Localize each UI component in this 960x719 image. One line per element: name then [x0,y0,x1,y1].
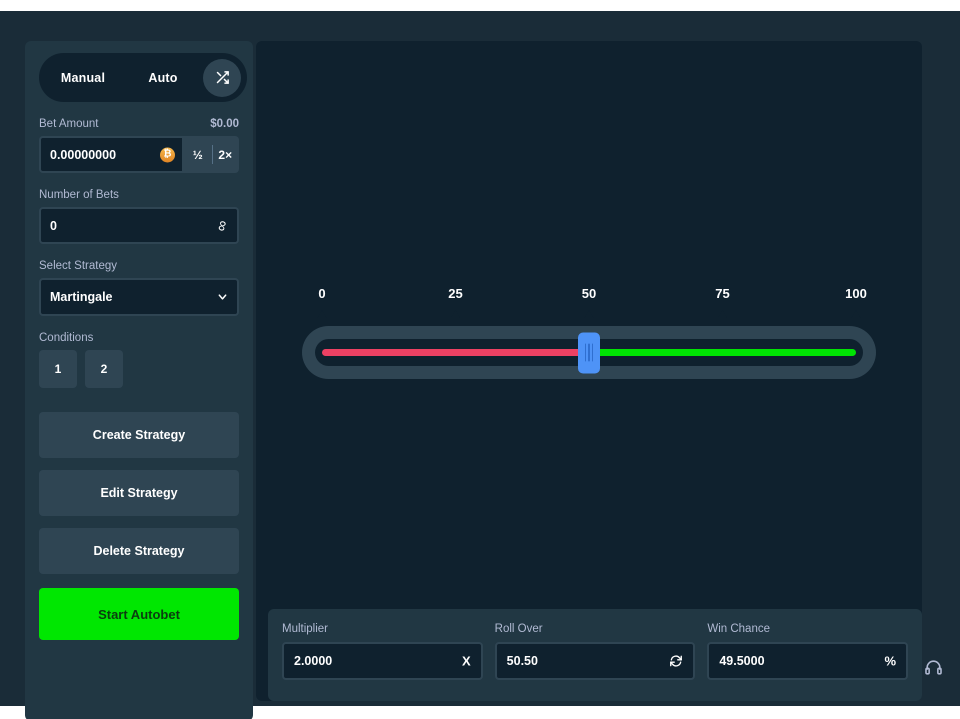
slider-lose-range [322,349,589,356]
number-of-bets-label-row: Number of Bets [39,189,239,201]
select-strategy-label: Select Strategy [39,260,117,272]
infinity-icon[interactable]: ∞ [213,218,232,233]
bet-controls-sidebar: Manual Auto Bet Amount $0.00 0.00000000 … [25,41,253,719]
win-chance-label: Win Chance [707,623,770,635]
select-strategy-dropdown[interactable]: Martingale [39,278,239,316]
slider-tick-label: 75 [715,286,730,301]
bet-amount-input-wrapper[interactable]: ₿ [39,136,184,173]
roll-slider-area: 0 25 50 75 100 [302,286,876,379]
slider-tick-notch [584,310,594,318]
game-stats-bar: Multiplier X Roll Over [268,609,922,701]
multiplier-input-wrapper[interactable]: X [282,642,483,680]
condition-button-1[interactable]: 1 [39,350,77,388]
bet-halve-button[interactable]: ½ [184,136,212,173]
multiplier-input[interactable] [294,654,449,668]
roll-over-label: Roll Over [494,623,543,635]
bet-amount-input[interactable] [50,147,154,162]
stat-multiplier: Multiplier X [282,623,483,687]
bet-mode-toggle[interactable]: Manual Auto [39,53,247,102]
win-chance-input-wrapper[interactable]: % [707,642,909,680]
slider-tick-notch [451,310,460,318]
shuffle-icon-button[interactable] [203,58,241,97]
bet-amount-label: Bet Amount [39,118,99,130]
multiplier-x-icon: X [462,653,471,669]
slider-win-range [589,349,856,356]
start-autobet-button[interactable]: Start Autobet [39,588,239,640]
bet-amount-label-row: Bet Amount $0.00 [39,118,239,130]
multiplier-label: Multiplier [282,623,329,635]
condition-button-2[interactable]: 2 [85,350,123,388]
roll-over-input[interactable] [506,654,662,668]
bet-amount-row: ₿ ½ 2× [39,136,239,173]
tab-auto[interactable]: Auto [123,57,203,98]
bet-amount-fiat: $0.00 [210,118,239,130]
slider-outer-track[interactable] [302,326,876,379]
slider-track[interactable] [315,332,863,373]
shuffle-icon [216,71,229,84]
roll-over-input-wrapper[interactable] [494,642,696,680]
select-strategy-label-row: Select Strategy [39,260,239,272]
handle-grip-line [591,343,594,362]
number-of-bets-label: Number of Bets [39,189,119,201]
bitcoin-coin-icon: ₿ [160,147,175,162]
app-viewport: Manual Auto Bet Amount $0.00 0.00000000 … [0,11,960,719]
tab-manual[interactable]: Manual [43,57,123,98]
conditions-label: Conditions [39,332,94,344]
conditions-row: 1 2 [39,350,239,388]
refresh-icon [670,655,683,667]
create-strategy-button[interactable]: Create Strategy [39,412,239,458]
select-strategy-value: Martingale [50,290,113,304]
slider-handle[interactable] [578,332,600,373]
slider-tick-labels: 0 25 50 75 100 [302,286,876,318]
game-main-panel: 0 25 50 75 100 [256,41,922,701]
slider-tick-notch [851,310,861,318]
bet-double-button[interactable]: 2× [211,136,240,173]
win-chance-input[interactable] [719,654,875,668]
app-root: Manual Auto Bet Amount $0.00 0.00000000 … [0,0,960,719]
slider-tick-label: 100 [845,286,867,301]
edit-strategy-button[interactable]: Edit Strategy [39,470,239,516]
support-button[interactable] [916,650,950,684]
slider-tick-label: 50 [581,286,597,301]
slider-tick-notch [718,310,727,318]
handle-grip-line [584,343,587,362]
number-of-bets-wrapper[interactable]: ∞ [39,207,239,244]
conditions-label-row: Conditions [39,332,239,344]
stat-win-chance: Win Chance % [707,623,909,687]
delete-strategy-button[interactable]: Delete Strategy [39,528,239,574]
headset-icon [924,659,942,675]
slider-tick-label: 25 [448,286,463,301]
handle-grip-line [588,343,590,362]
chevron-down-icon [218,294,227,300]
stat-roll-over: Roll Over [494,623,696,687]
slider-tick-label: 0 [318,286,326,301]
roll-over-toggle[interactable] [669,654,683,668]
percent-icon: % [884,653,897,669]
number-of-bets-input[interactable] [50,218,205,233]
strategy-actions: Create Strategy Edit Strategy Delete Str… [39,412,239,640]
slider-tick-notch [317,310,327,318]
